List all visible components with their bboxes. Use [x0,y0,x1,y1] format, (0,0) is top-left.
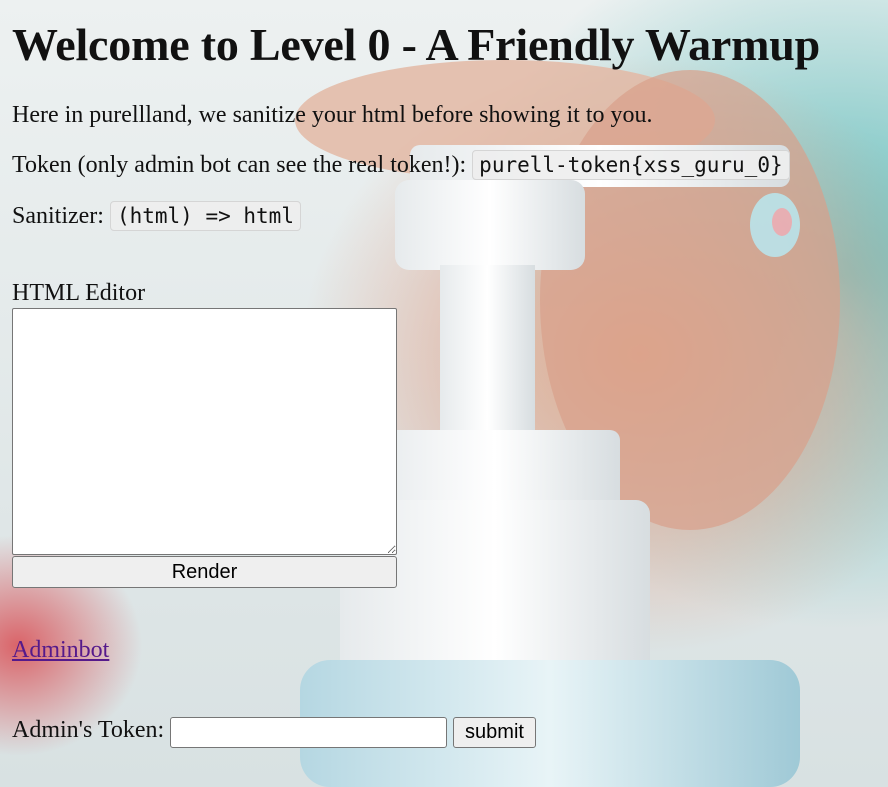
html-editor-label: HTML Editor [12,280,146,306]
sanitizer-label: Sanitizer: [12,203,104,229]
token-line: Token (only admin bot can see the real t… [12,150,790,180]
admin-token-label: Admin's Token: [12,717,165,743]
adminbot-link[interactable]: Adminbot [12,637,109,664]
sanitizer-value: (html) => html [109,201,301,231]
html-editor-textarea[interactable] [12,308,397,555]
admin-token-input[interactable] [170,717,447,748]
page-title: Welcome to Level 0 - A Friendly Warmup [12,19,820,70]
sanitizer-line: Sanitizer: (html) => html [12,201,301,231]
token-value: purell-token{xss_guru_0} [472,150,790,180]
submit-button[interactable]: submit [453,717,536,748]
page-content: Welcome to Level 0 - A Friendly Warmup H… [0,0,888,748]
render-button[interactable]: Render [12,556,397,588]
intro-text: Here in purellland, we sanitize your htm… [12,102,653,128]
token-label: Token (only admin bot can see the real t… [12,152,467,178]
